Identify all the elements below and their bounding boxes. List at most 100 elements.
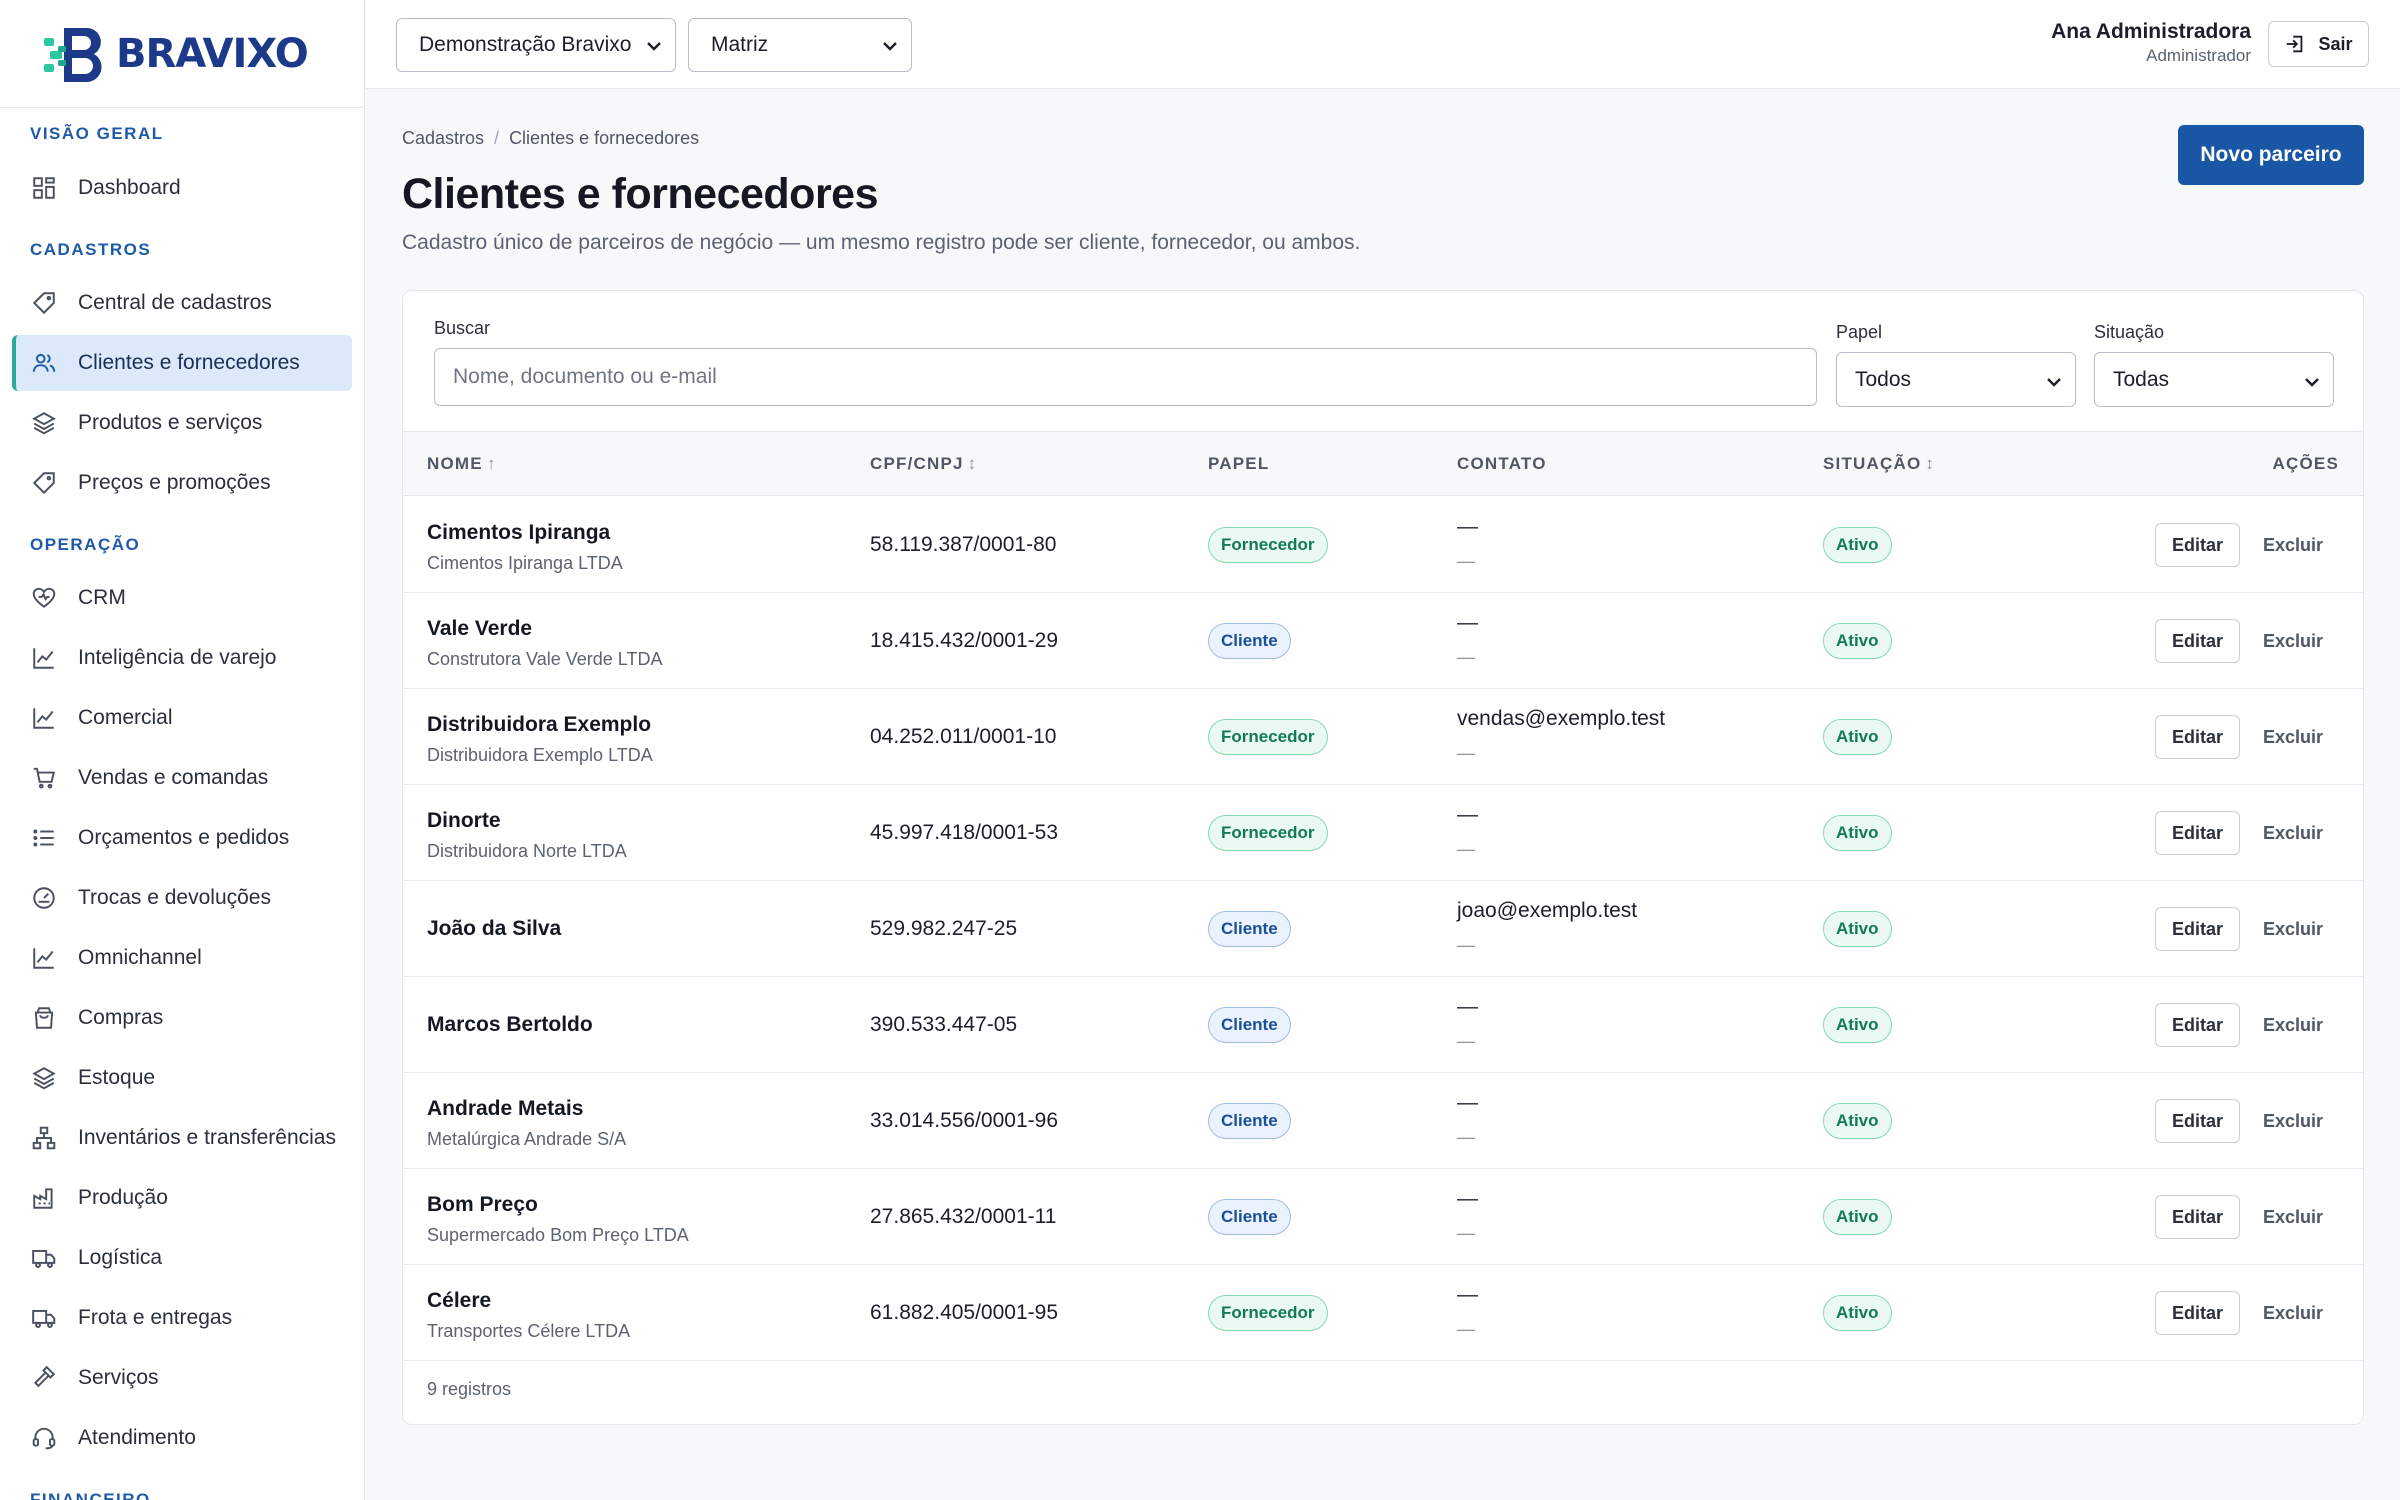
new-partner-button[interactable]: Novo parceiro [2178, 125, 2364, 185]
delete-button[interactable]: Excluir [2263, 919, 2323, 940]
sidebar-item-label: Orçamentos e pedidos [78, 826, 290, 849]
edit-button[interactable]: Editar [2155, 1291, 2240, 1335]
sidebar-item-inteligencia-de-varejo[interactable]: Inteligência de varejo [12, 630, 352, 686]
bravixo-logo-icon [44, 27, 102, 82]
sidebar-item-central-de-cadastros[interactable]: Central de cadastros [12, 275, 352, 331]
sidebar-item-vendas-e-comandas[interactable]: Vendas e comandas [12, 750, 352, 806]
sidebar-item-crm[interactable]: CRM [12, 570, 352, 626]
table-row: João da Silva 529.982.247-25 Cliente joao@e… [403, 881, 2363, 977]
status-filter-value: Todas [2113, 367, 2170, 391]
partner-name[interactable]: Bom Preço [427, 1193, 538, 1217]
partner-legal-name: Supermercado Bom Preço LTDA [427, 1225, 689, 1245]
contact-secondary: — [1457, 551, 1475, 571]
sidebar-item-logistica[interactable]: Logística [12, 1230, 352, 1286]
branch-select-value: Matriz [711, 33, 769, 56]
search-input[interactable]: Nome, documento ou e-mail [434, 348, 1817, 406]
truck-icon [30, 1244, 58, 1272]
edit-button[interactable]: Editar [2155, 811, 2240, 855]
edit-button[interactable]: Editar [2155, 907, 2240, 951]
partners-card: Buscar Nome, documento ou e-mail Papel T… [402, 290, 2364, 1425]
sidebar-item-servicos[interactable]: Serviços [12, 1350, 352, 1406]
sidebar-item-compras[interactable]: Compras [12, 990, 352, 1046]
column-name[interactable]: NOME ↑ [427, 454, 495, 474]
chevron-down-icon [2047, 378, 2061, 387]
partner-legal-name: Cimentos Ipiranga LTDA [427, 553, 623, 573]
partner-name[interactable]: Vale Verde [427, 617, 532, 641]
logo[interactable]: BRAVIXO [0, 0, 364, 108]
edit-button[interactable]: Editar [2155, 1099, 2240, 1143]
page-title: Clientes e fornecedores [402, 170, 879, 218]
edit-button[interactable]: Editar [2155, 1195, 2240, 1239]
chevron-down-icon [883, 42, 897, 51]
sidebar-item-label: Produtos e serviços [78, 411, 263, 434]
edit-button[interactable]: Editar [2155, 619, 2240, 663]
chevron-down-icon [2305, 378, 2319, 387]
delete-button[interactable]: Excluir [2263, 535, 2323, 556]
column-role: PAPEL [1208, 454, 1270, 473]
partner-name[interactable]: Dinorte [427, 809, 501, 833]
delete-button[interactable]: Excluir [2263, 1207, 2323, 1228]
role-filter-select[interactable]: Todos [1836, 352, 2076, 407]
partner-name[interactable]: Distribuidora Exemplo [427, 713, 651, 737]
partner-name[interactable]: Célere [427, 1289, 491, 1313]
partner-name[interactable]: João da Silva [427, 917, 561, 941]
sidebar-item-omnichannel[interactable]: Omnichannel [12, 930, 352, 986]
partner-name[interactable]: Andrade Metais [427, 1097, 583, 1121]
headset-icon [30, 1424, 58, 1452]
brand-name: BRAVIXO [116, 30, 309, 77]
sidebar-item-orcamentos-e-pedidos[interactable]: Orçamentos e pedidos [12, 810, 352, 866]
role-badge: Fornecedor [1208, 1295, 1328, 1331]
company-select[interactable]: Demonstração Bravixo [396, 18, 676, 72]
sidebar-item-clientes-e-fornecedores[interactable]: Clientes e fornecedores [12, 335, 352, 391]
tag-icon [30, 289, 58, 317]
delete-button[interactable]: Excluir [2263, 1111, 2323, 1132]
sidebar-item-inventarios-e-transferencias[interactable]: Inventários e transferências [12, 1110, 352, 1166]
delete-button[interactable]: Excluir [2263, 727, 2323, 748]
breadcrumb-current: Clientes e fornecedores [509, 128, 700, 148]
partner-legal-name: Construtora Vale Verde LTDA [427, 649, 663, 669]
truck-icon [30, 1304, 58, 1332]
table-row: Andrade Metais Metalúrgica Andrade S/A 33.… [403, 1073, 2363, 1169]
sidebar-item-precos-e-promocoes[interactable]: Preços e promoções [12, 455, 352, 511]
table-row: Vale Verde Construtora Vale Verde LTDA 18.… [403, 593, 2363, 689]
partner-name[interactable]: Marcos Bertoldo [427, 1013, 593, 1037]
branch-select[interactable]: Matriz [688, 18, 912, 72]
sidebar-item-atendimento[interactable]: Atendimento [12, 1410, 352, 1466]
sidebar-item-dashboard[interactable]: Dashboard [12, 160, 352, 216]
company-select-value: Demonstração Bravixo [419, 33, 632, 56]
contact-secondary: — [1457, 1031, 1475, 1051]
breadcrumb-root[interactable]: Cadastros [402, 128, 484, 148]
chart-line-icon [30, 644, 58, 672]
delete-button[interactable]: Excluir [2263, 1015, 2323, 1036]
contact-primary: — [1457, 1187, 1478, 1210]
sidebar-item-comercial[interactable]: Comercial [12, 690, 352, 746]
sidebar-item-label: Comercial [78, 706, 173, 729]
edit-button[interactable]: Editar [2155, 523, 2240, 567]
status-filter-select[interactable]: Todas [2094, 352, 2334, 407]
column-status[interactable]: SITUAÇÃO ↕ [1823, 454, 1934, 474]
edit-button[interactable]: Editar [2155, 715, 2240, 759]
sidebar-item-label: Inteligência de varejo [78, 646, 277, 669]
sidebar-item-label: Vendas e comandas [78, 766, 269, 789]
delete-button[interactable]: Excluir [2263, 823, 2323, 844]
logout-button[interactable]: Sair [2268, 21, 2369, 67]
delete-button[interactable]: Excluir [2263, 631, 2323, 652]
partner-name[interactable]: Cimentos Ipiranga [427, 521, 610, 545]
breadcrumb-separator: / [494, 128, 500, 148]
factory-icon [30, 1184, 58, 1212]
sidebar-item-label: Inventários e transferências [78, 1126, 336, 1149]
sidebar-item-producao[interactable]: Produção [12, 1170, 352, 1226]
tag-icon [30, 469, 58, 497]
role-filter-label: Papel [1836, 322, 1883, 342]
delete-button[interactable]: Excluir [2263, 1303, 2323, 1324]
sidebar-item-trocas-e-devolucoes[interactable]: Trocas e devoluções [12, 870, 352, 926]
contact-primary: — [1457, 1283, 1478, 1306]
column-doc[interactable]: CPF/CNPJ ↕ [870, 454, 976, 474]
sidebar-item-frota-e-entregas[interactable]: Frota e entregas [12, 1290, 352, 1346]
status-badge: Ativo [1823, 1295, 1892, 1331]
sidebar-item-estoque[interactable]: Estoque [12, 1050, 352, 1106]
sidebar-item-produtos-e-servicos[interactable]: Produtos e serviços [12, 395, 352, 451]
sidebar-item-label: Frota e entregas [78, 1306, 233, 1329]
edit-button[interactable]: Editar [2155, 1003, 2240, 1047]
sidebar: BRAVIXO VISÃO GERAL Dashboard CADASTROS Cen… [0, 0, 365, 1500]
